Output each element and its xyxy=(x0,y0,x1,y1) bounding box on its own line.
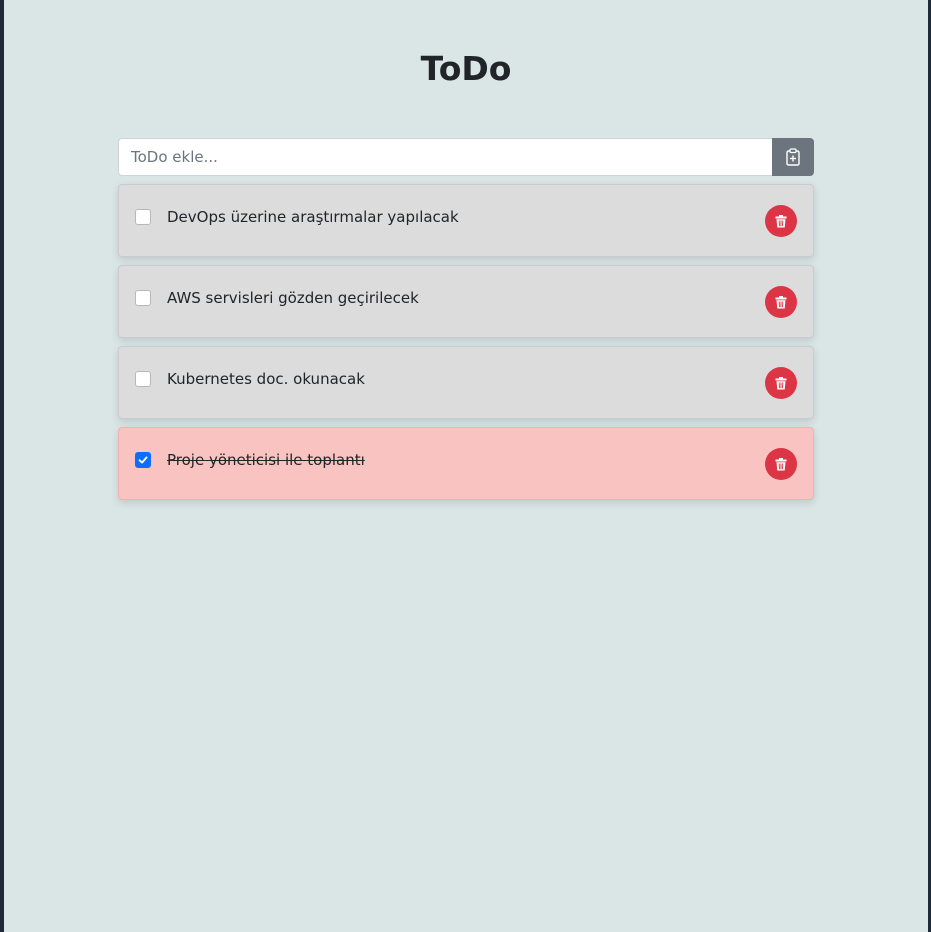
todo-item: Kubernetes doc. okunacak xyxy=(118,346,814,419)
todo-checkbox[interactable] xyxy=(135,290,151,306)
checkmark-icon xyxy=(138,456,148,464)
todo-item: DevOps üzerine araştırmalar yapılacak xyxy=(118,184,814,257)
trash-icon xyxy=(775,376,787,389)
todo-text: AWS servisleri gözden geçirilecek xyxy=(167,289,419,307)
app-background: ToDo DevOps üzerine araştırmalar yapılac… xyxy=(4,0,928,932)
todo-checkbox-checked[interactable] xyxy=(135,452,151,468)
trash-icon xyxy=(775,214,787,227)
clipboard-plus-icon xyxy=(786,148,800,166)
trash-icon xyxy=(775,457,787,470)
todo-item-completed: Proje yöneticisi ile toplantı xyxy=(118,427,814,500)
todo-list: DevOps üzerine araştırmalar yapılacak AW… xyxy=(118,184,814,508)
page-title: ToDo xyxy=(420,49,512,88)
todo-checkbox[interactable] xyxy=(135,209,151,225)
todo-text: Proje yöneticisi ile toplantı xyxy=(167,451,365,469)
todo-checkbox[interactable] xyxy=(135,371,151,387)
delete-button[interactable] xyxy=(765,367,797,399)
delete-button[interactable] xyxy=(765,448,797,480)
todo-text: Kubernetes doc. okunacak xyxy=(167,370,365,388)
add-todo-button[interactable] xyxy=(772,138,814,176)
todo-text: DevOps üzerine araştırmalar yapılacak xyxy=(167,208,459,226)
todo-item: AWS servisleri gözden geçirilecek xyxy=(118,265,814,338)
trash-icon xyxy=(775,295,787,308)
todo-input[interactable] xyxy=(118,138,772,176)
delete-button[interactable] xyxy=(765,205,797,237)
todo-input-group xyxy=(118,138,814,176)
delete-button[interactable] xyxy=(765,286,797,318)
